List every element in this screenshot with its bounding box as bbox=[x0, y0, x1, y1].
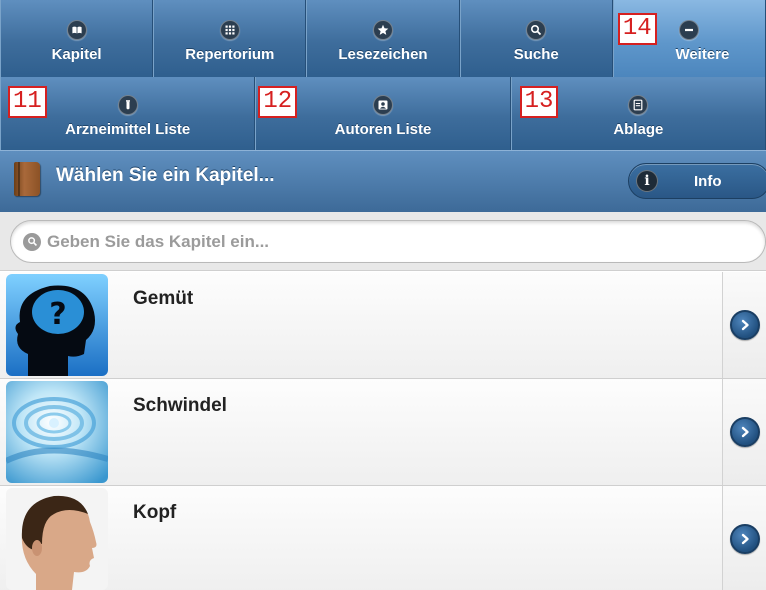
tab-label: Lesezeichen bbox=[338, 46, 428, 63]
list-item[interactable]: Schwindel bbox=[0, 379, 766, 486]
chevron-right-icon bbox=[729, 310, 760, 340]
tab-label: Arzneimittel Liste bbox=[65, 121, 191, 138]
document-icon bbox=[628, 95, 649, 115]
callout-label: 14 bbox=[617, 13, 657, 45]
info-button[interactable]: i Info bbox=[628, 163, 766, 199]
head-question-thumbnail: ? bbox=[6, 274, 108, 376]
star-icon bbox=[373, 20, 393, 40]
page-title: Wählen Sie ein Kapitel... bbox=[56, 165, 275, 186]
tab-kapitel[interactable]: Kapitel bbox=[0, 0, 154, 77]
list-item-label: Schwindel bbox=[133, 395, 227, 416]
minus-icon bbox=[679, 20, 700, 40]
person-icon bbox=[372, 95, 393, 115]
info-icon: i bbox=[636, 170, 658, 192]
spiral-thumbnail bbox=[6, 381, 108, 483]
list-item-label: Kopf bbox=[133, 502, 177, 523]
svg-text:?: ? bbox=[49, 297, 66, 332]
vial-icon bbox=[117, 95, 138, 115]
grid-icon bbox=[219, 20, 240, 40]
secondary-navbar: Arzneimittel Liste 11 Autoren Liste 12 A… bbox=[0, 77, 766, 150]
chevron-right-icon bbox=[729, 524, 760, 554]
list-item-label: Gemüt bbox=[133, 288, 194, 309]
list-item[interactable]: ? Gemüt bbox=[0, 272, 766, 379]
search-input[interactable] bbox=[47, 231, 727, 252]
tab-label: Suche bbox=[513, 46, 559, 63]
callout-label: 12 bbox=[258, 86, 298, 118]
page-header: Wählen Sie ein Kapitel... i Info bbox=[0, 150, 766, 212]
tab-repertorium[interactable]: Repertorium bbox=[153, 0, 307, 77]
tab-arzneimittel-liste[interactable]: Arzneimittel Liste 11 bbox=[0, 77, 256, 150]
tab-label: Weitere bbox=[675, 46, 730, 63]
tab-label: Repertorium bbox=[185, 46, 275, 63]
book-icon bbox=[14, 162, 40, 196]
list-item[interactable]: Kopf bbox=[0, 486, 766, 590]
list-item-action[interactable] bbox=[722, 379, 766, 485]
tab-suche[interactable]: Suche bbox=[459, 0, 613, 77]
callout-label: 11 bbox=[8, 86, 47, 118]
search-field bbox=[10, 220, 766, 263]
chevron-right-icon bbox=[729, 417, 760, 447]
search-icon bbox=[23, 232, 41, 251]
book-open-icon bbox=[66, 20, 87, 40]
chapter-list: ? Gemüt Schwindel Kopf bbox=[0, 272, 766, 590]
list-item-action[interactable] bbox=[722, 486, 766, 590]
callout-label: 13 bbox=[519, 86, 559, 118]
tab-label: Ablage bbox=[613, 121, 664, 138]
search-icon bbox=[526, 20, 547, 40]
tab-ablage[interactable]: Ablage 13 bbox=[510, 77, 766, 150]
list-item-action[interactable] bbox=[722, 272, 766, 378]
tab-autoren-liste[interactable]: Autoren Liste 12 bbox=[255, 77, 511, 150]
tab-lesezeichen[interactable]: Lesezeichen bbox=[306, 0, 460, 77]
info-button-label: Info bbox=[694, 172, 722, 190]
search-bar bbox=[0, 212, 766, 271]
tab-label: Autoren Liste bbox=[334, 121, 432, 138]
head-profile-thumbnail bbox=[6, 488, 108, 590]
main-navbar: Kapitel Repertorium Lesezeichen Suche We… bbox=[0, 0, 766, 77]
tab-label: Kapitel bbox=[51, 46, 102, 63]
tab-weitere[interactable]: Weitere 14 bbox=[612, 0, 766, 77]
